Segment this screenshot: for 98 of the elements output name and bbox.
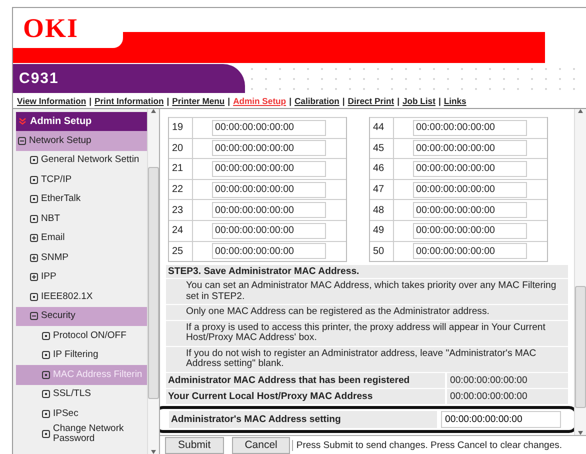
separator: | (437, 96, 442, 106)
row-number: 44 (370, 118, 394, 138)
nav-link[interactable]: View Information (17, 96, 86, 106)
nav-link[interactable]: Printer Menu (172, 96, 225, 106)
leaf-icon (30, 195, 38, 204)
mac-address-field[interactable]: 00:00:00:00:00:00 (413, 202, 527, 218)
separator: | (226, 96, 232, 106)
sidebar-item[interactable]: NBT (16, 209, 147, 228)
info-value: 00:00:00:00:00:00 (447, 372, 568, 388)
mac-address-field[interactable]: 00:00:00:00:00:00 (413, 120, 527, 136)
sidebar-item[interactable]: EtherTalk (16, 190, 147, 209)
row-number: 47 (370, 180, 394, 200)
sidebar-item[interactable]: IPSec (16, 404, 147, 424)
mac-address-field[interactable]: 00:00:00:00:00:00 (413, 160, 527, 177)
step-title: STEP3. Save Administrator MAC Address. (166, 265, 568, 278)
mac-address-field[interactable]: 00:00:00:00:00:00 (413, 243, 527, 260)
row-number: 50 (370, 242, 394, 262)
mac-address-field[interactable]: 00:00:00:00:00:00 (413, 222, 527, 239)
mac-address-field[interactable]: 00:00:00:00:00:00 (212, 222, 326, 239)
note-text: You can set an Administrator MAC Address, which takes priority over any MAC Filtering set in STEP2. (166, 279, 568, 304)
scroll-down-icon[interactable] (151, 450, 156, 454)
sidebar-item[interactable]: IP Filtering (16, 346, 147, 365)
separator: | (166, 96, 170, 106)
sidebar-item[interactable]: General Network Settin (16, 150, 147, 170)
cancel-button[interactable]: Cancel (232, 436, 290, 454)
expand-icon (30, 254, 38, 262)
submit-button[interactable]: Submit (165, 436, 224, 454)
nav-link[interactable]: Links (444, 96, 466, 106)
row-number: 45 (370, 138, 394, 158)
row-number: 20 (169, 138, 193, 158)
leaf-icon (42, 410, 50, 418)
admin-mac-field[interactable]: 00:00:00:00:00:00 (441, 410, 561, 428)
row-number: 25 (169, 242, 193, 262)
scroll-up-icon[interactable] (578, 109, 583, 113)
nav-link[interactable]: Calibration (294, 96, 340, 106)
leaf-icon (30, 214, 38, 223)
mac-address-field[interactable]: 00:00:00:00:00:00 (212, 182, 326, 198)
expand-icon (30, 234, 38, 242)
nav-link[interactable]: Job List (402, 96, 436, 106)
leaf-icon (42, 370, 50, 379)
sidebar-item[interactable]: Protocol ON/OFF (16, 326, 147, 346)
sidebar-item[interactable]: SNMP (16, 248, 147, 268)
info-value: 00:00:00:00:00:00 (447, 388, 568, 404)
sidebar-item[interactable]: IPP (16, 268, 147, 287)
scrollbar[interactable] (147, 109, 159, 454)
expand-icon (30, 273, 38, 282)
sidebar-title: Admin Setup (16, 112, 147, 131)
row-number: 46 (370, 159, 394, 179)
collapse-icon (18, 136, 26, 145)
info-label: Administrator MAC Address that has been registered (166, 372, 445, 388)
leaf-icon (42, 351, 50, 360)
row-number: 23 (169, 200, 193, 220)
nav-link[interactable]: Admin Setup (233, 96, 286, 106)
row-number: 22 (169, 180, 193, 200)
scroll-up-icon[interactable] (151, 109, 156, 113)
scroll-down-icon[interactable] (578, 431, 583, 435)
row-number: 21 (169, 159, 193, 179)
note-text: If a proxy is used to access this printer, the proxy address will appear in Your Current Host/Proxy MAC Address' box. (166, 320, 568, 346)
sidebar-item[interactable]: TCP/IP (16, 170, 147, 190)
info-label: Your Current Local Host/Proxy MAC Address (166, 388, 445, 404)
mac-address-field[interactable]: 00:00:00:00:00:00 (212, 140, 326, 156)
row-number: 48 (370, 200, 394, 220)
setting-label: Administrator's MAC Address setting (169, 410, 437, 428)
sidebar-item[interactable]: IEEE802.1X (16, 287, 147, 306)
leaf-icon (30, 156, 38, 164)
mac-address-field[interactable]: 00:00:00:00:00:00 (212, 202, 326, 218)
sidebar-item[interactable]: Change Network Password (16, 424, 147, 444)
leaf-icon (30, 176, 38, 184)
mac-address-field[interactable]: 00:00:00:00:00:00 (212, 120, 326, 136)
sidebar-item[interactable]: Security (16, 306, 147, 326)
nav-link[interactable]: Direct Print (348, 96, 394, 106)
model-title: C931 (13, 64, 245, 93)
separator: | (396, 96, 400, 106)
leaf-icon (42, 390, 50, 398)
leaf-icon (42, 430, 50, 438)
scrollbar[interactable] (574, 109, 586, 435)
separator: | (88, 96, 92, 106)
sidebar-item[interactable]: Email (16, 228, 147, 248)
sidebar-item[interactable]: SSL/TLS (16, 384, 147, 404)
leaf-icon (30, 292, 38, 301)
mac-address-field[interactable]: 00:00:00:00:00:00 (212, 243, 326, 260)
mac-address-field[interactable]: 00:00:00:00:00:00 (413, 182, 527, 198)
row-number: 49 (370, 220, 394, 241)
mac-address-field[interactable]: 00:00:00:00:00:00 (212, 160, 326, 177)
row-number: 24 (169, 220, 193, 241)
chevron-down-icon (19, 118, 26, 125)
nav-link[interactable]: Print Information (94, 96, 164, 106)
logo: OKI (23, 12, 79, 44)
mac-address-field[interactable]: 00:00:00:00:00:00 (413, 140, 527, 156)
separator: | (341, 96, 346, 106)
leaf-icon (42, 332, 50, 340)
sidebar-item[interactable]: Network Setup (16, 131, 147, 150)
separator: | (288, 96, 292, 106)
note-text: Only one MAC Address can be registered as the Administrator address. (166, 305, 568, 320)
note-text: If you do not wish to register an Administrator address, leave "Administrator's MAC Address setting" blank. (166, 346, 568, 372)
row-number: 19 (169, 118, 193, 138)
hint-text: Press Submit to send changes. Press Cancel to clear changes. (292, 440, 562, 450)
collapse-icon (30, 312, 38, 320)
